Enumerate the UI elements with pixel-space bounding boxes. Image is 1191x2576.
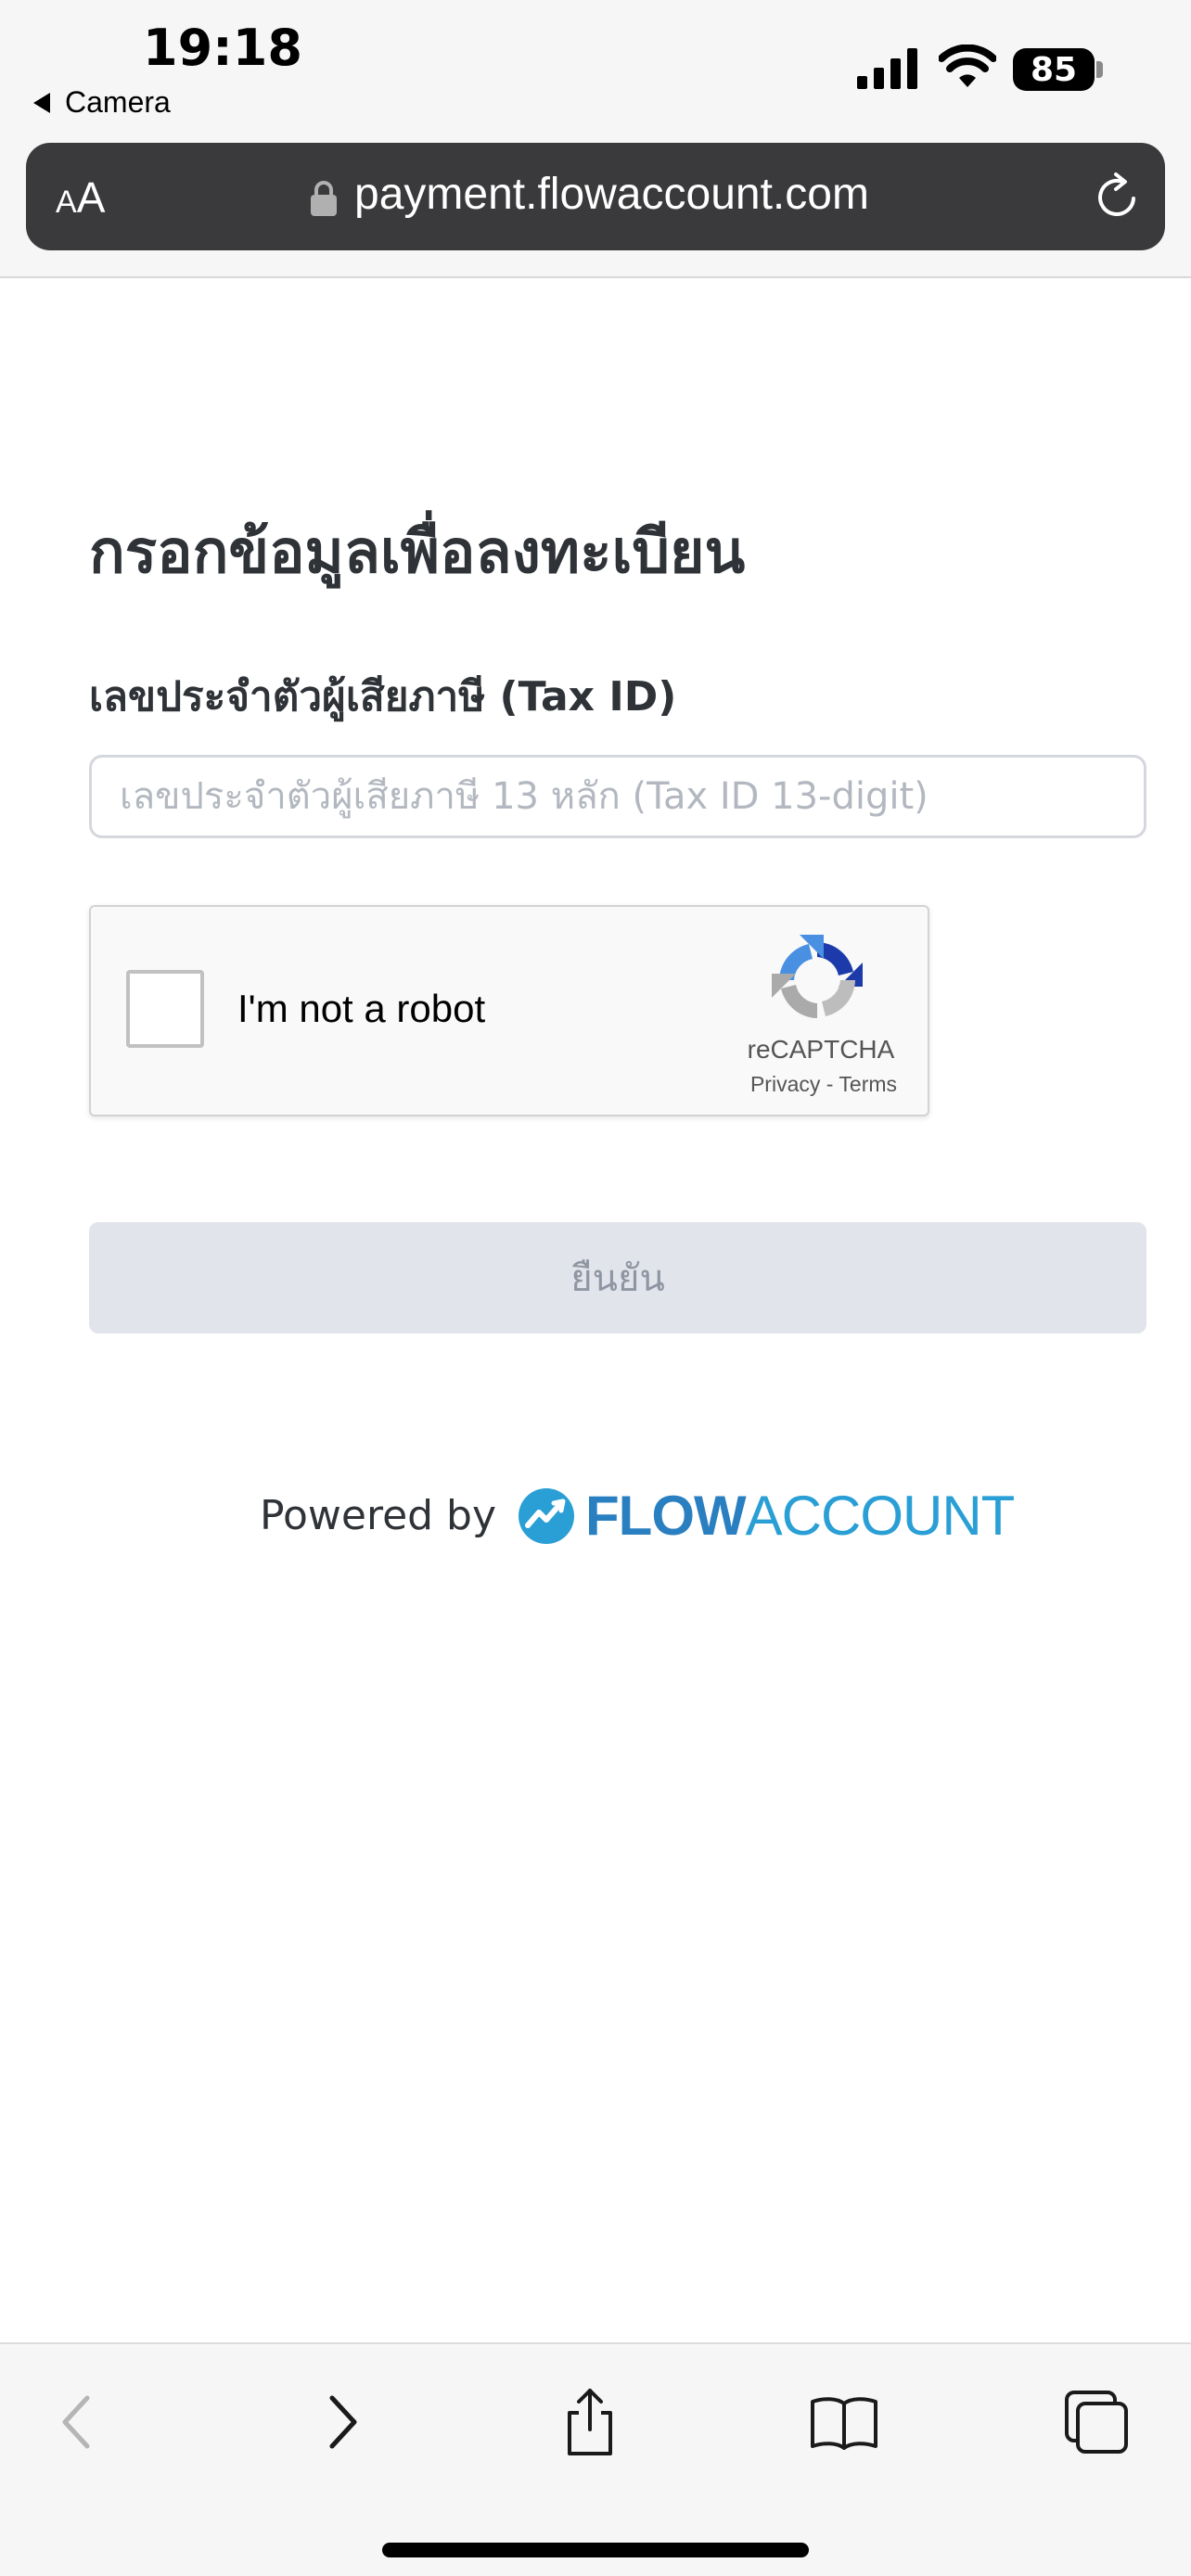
tabs-icon[interactable] [1061,2387,1132,2457]
recaptcha-brand: reCAPTCHA [747,1035,895,1064]
text-size-small-glyph: A [56,185,77,220]
forward-icon[interactable] [304,2387,375,2457]
powered-by-text: Powered by [260,1492,497,1539]
confirm-button[interactable]: ยืนยัน [89,1222,1146,1333]
battery-icon: 85 [1013,48,1095,91]
recaptcha-label: I'm not a robot [237,987,486,1030]
powered-by-footer: Powered by FLOWACCOUNT [260,1484,1016,1548]
recaptcha-widget: I'm not a robot reCAPTCHA Privacy - Term… [89,905,929,1116]
share-icon[interactable] [555,2387,625,2457]
recaptcha-logo-icon [772,935,863,1018]
recaptcha-separator: - [826,1072,834,1096]
tax-id-input[interactable] [89,755,1146,838]
page-title: กรอกข้อมูลเพื่อลงทะเบียน [89,518,746,587]
browser-bottom-toolbar [0,2342,1191,2576]
reload-icon[interactable] [1091,171,1143,223]
address-bar[interactable]: AA payment.flowaccount.com [26,143,1165,250]
status-time: 19:18 [143,19,302,77]
browser-top-chrome: 19:18 Camera 85 AA payment.flowaccount.c… [0,0,1191,278]
flowaccount-wordmark-account: ACCOUNT [745,1485,1016,1547]
tax-id-label: เลขประจำตัวผู้เสียภาษี (Tax ID) [89,673,677,721]
back-triangle-icon [33,92,50,113]
recaptcha-terms-link[interactable]: Terms [839,1072,897,1096]
home-indicator [382,2543,809,2557]
text-size-button[interactable]: AA [56,172,105,223]
url-text[interactable]: payment.flowaccount.com [354,169,869,220]
back-to-camera-link[interactable]: Camera [33,85,171,120]
flowaccount-logo-icon [519,1487,575,1544]
cellular-signal-icon [857,48,917,89]
bookmarks-icon[interactable] [809,2387,879,2457]
text-size-big-glyph: A [76,173,106,222]
wifi-icon [939,45,996,87]
flowaccount-wordmark-flow: FLOW [585,1485,747,1547]
recaptcha-privacy-link[interactable]: Privacy [750,1072,820,1096]
recaptcha-links: Privacy - Terms [731,1072,916,1097]
back-app-label: Camera [65,85,171,119]
lock-icon [311,181,337,216]
flowaccount-wordmark[interactable]: FLOWACCOUNT [585,1484,1016,1548]
recaptcha-checkbox[interactable] [126,970,204,1048]
back-icon[interactable] [45,2387,115,2457]
battery-nub [1096,61,1103,78]
